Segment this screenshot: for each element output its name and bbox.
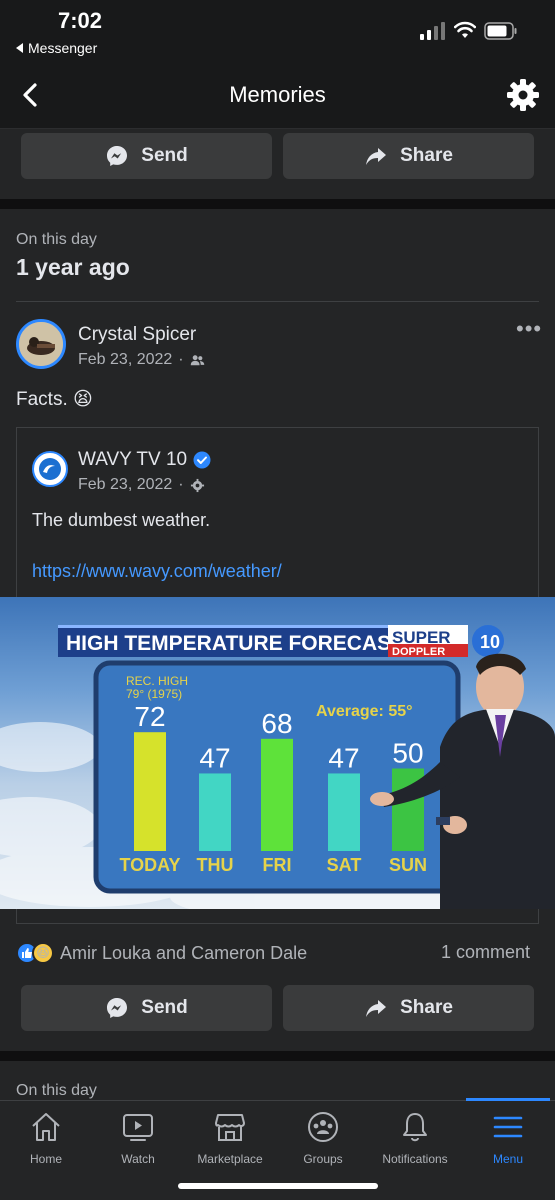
reaction-icons: 😆 <box>16 942 54 964</box>
page-title: Memories <box>229 82 326 107</box>
groups-icon <box>308 1112 338 1142</box>
meta-dot: · <box>178 351 184 368</box>
tab-label: Watch <box>121 1152 155 1166</box>
messenger-icon <box>107 146 128 166</box>
avatar-image <box>19 322 63 366</box>
wifi-icon <box>454 21 476 38</box>
forecast-bar-thu <box>199 773 231 851</box>
settings-gear-icon[interactable] <box>506 78 540 112</box>
weather-forecast-image[interactable]: HIGH TEMPERATURE FORECAST SUPER DOPPLER … <box>0 597 555 909</box>
tab-groups[interactable]: Groups <box>277 1110 369 1166</box>
messenger-icon <box>107 998 128 1018</box>
shared-text: The dumbest weather. <box>32 510 211 530</box>
share-button-top[interactable]: Share <box>283 133 534 179</box>
reactions-summary[interactable]: 😆 Amir Louka and Cameron Dale <box>16 942 307 964</box>
shared-meta: Feb 23, 2022 · <box>78 476 205 494</box>
tab-watch[interactable]: Watch <box>92 1110 184 1166</box>
post-meta: Feb 23, 2022 · <box>78 351 205 369</box>
post-author[interactable]: Crystal Spicer <box>78 324 196 346</box>
meta-dot: · <box>178 476 184 493</box>
logo-bottom: DOPPLER <box>392 646 445 658</box>
tab-menu[interactable]: Menu <box>462 1110 554 1166</box>
forecast-bar-sat <box>328 773 360 851</box>
marketplace-icon <box>215 1114 245 1141</box>
active-tab-indicator <box>466 1098 550 1101</box>
forecast-day-fri: FRI <box>263 855 292 875</box>
forecast-bar-fri <box>261 738 293 851</box>
section-separator <box>0 199 555 209</box>
tab-label: Groups <box>303 1152 343 1166</box>
rec-high-line1: REC. HIGH <box>126 674 188 688</box>
share-arrow-icon <box>366 1000 387 1017</box>
forecast-temp-fri: 68 <box>261 708 292 739</box>
status-time: 7:02 <box>58 8 103 33</box>
section-separator <box>0 1051 555 1061</box>
forecast-day-sat: SAT <box>327 855 362 875</box>
tab-label: Notifications <box>382 1152 448 1166</box>
send-label: Send <box>141 145 188 166</box>
haha-reaction-icon: 😆 <box>32 942 54 964</box>
rec-high-line2: 79° (1975) <box>126 687 182 701</box>
verified-badge-icon <box>193 451 211 469</box>
shared-author[interactable]: WAVY TV 10 <box>78 449 187 471</box>
globe-gear-audience-icon <box>190 478 204 492</box>
home-indicator <box>178 1183 378 1189</box>
tab-label: Menu <box>492 1152 524 1166</box>
wavy-avatar[interactable] <box>32 451 68 487</box>
forecast-day-today: TODAY <box>119 855 180 875</box>
send-button[interactable]: Send <box>21 985 272 1031</box>
menu-icon <box>493 1116 523 1138</box>
back-to-app-link[interactable]: Messenger <box>16 40 97 56</box>
home-icon <box>32 1113 60 1141</box>
post-date[interactable]: Feb 23, 2022 <box>78 351 172 369</box>
banner-title: HIGH TEMPERATURE FORECAST <box>66 632 404 655</box>
tab-label: Home <box>29 1152 62 1166</box>
friends-audience-icon <box>190 354 204 365</box>
watch-icon <box>123 1114 153 1141</box>
tab-home[interactable]: Home <box>0 1110 92 1166</box>
forecast-temp-today: 72 <box>134 701 165 732</box>
svg-text:10: 10 <box>480 632 500 652</box>
back-app-label: Messenger <box>28 40 98 56</box>
share-arrow-icon <box>366 148 387 165</box>
forecast-day-sun: SUN <box>389 855 427 875</box>
back-triangle-icon <box>16 43 23 53</box>
battery-icon <box>484 22 517 40</box>
comments-count[interactable]: 1 comment <box>441 942 530 963</box>
next-on-this-day-label: On this day <box>16 1082 97 1099</box>
on-this-day-label: On this day <box>16 231 97 248</box>
reactions-names: Amir Louka and Cameron Dale <box>60 942 308 963</box>
post-options-button[interactable]: ••• <box>516 316 542 342</box>
shared-link[interactable]: https://www.wavy.com/weather/ <box>32 561 282 582</box>
weather-graphic: HIGH TEMPERATURE FORECAST SUPER DOPPLER … <box>0 625 555 909</box>
wavy-logo-icon <box>39 458 61 480</box>
forecast-temp-sat: 47 <box>328 742 359 773</box>
cellular-signal-icon <box>420 22 445 40</box>
tab-label: Marketplace <box>197 1152 263 1166</box>
post-text: Facts. 😫 <box>16 389 93 410</box>
tab-notifications[interactable]: Notifications <box>369 1110 461 1166</box>
shared-date[interactable]: Feb 23, 2022 <box>78 476 172 494</box>
bell-icon <box>403 1113 427 1142</box>
shared-author-row: WAVY TV 10 <box>78 449 211 471</box>
share-label: Share <box>400 145 453 166</box>
share-label: Share <box>400 997 453 1018</box>
send-label: Send <box>141 997 188 1018</box>
forecast-temp-sun: 50 <box>392 738 423 769</box>
avatar[interactable] <box>16 319 66 369</box>
average-label: Average: 55° <box>316 703 413 720</box>
forecast-temp-thu: 47 <box>199 742 230 773</box>
send-button-top[interactable]: Send <box>21 133 272 179</box>
share-button[interactable]: Share <box>283 985 534 1031</box>
tab-marketplace[interactable]: Marketplace <box>184 1110 276 1166</box>
memory-divider <box>16 301 539 302</box>
years-ago-heading: 1 year ago <box>16 254 130 280</box>
forecast-bar-today <box>134 732 166 851</box>
forecast-day-thu: THU <box>197 855 234 875</box>
